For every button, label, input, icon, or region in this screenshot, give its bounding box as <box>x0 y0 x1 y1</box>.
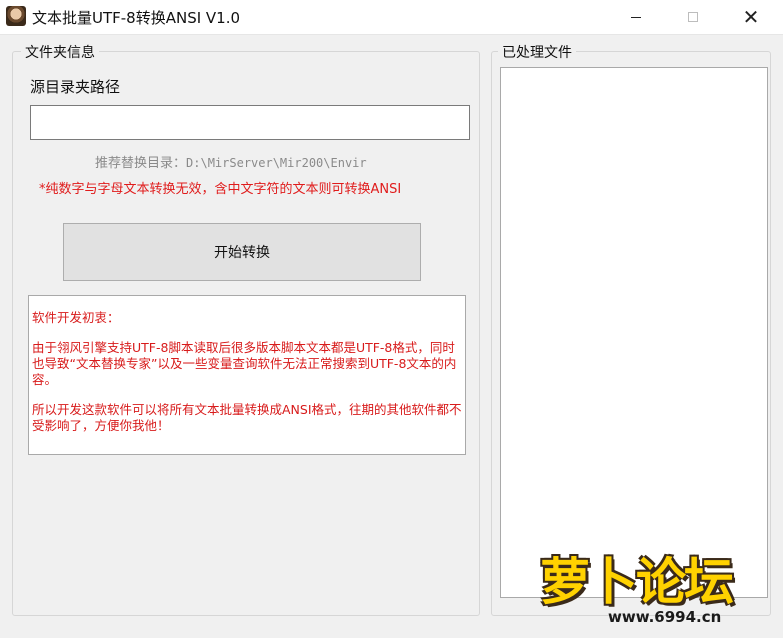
recommended-dir-hint: 推荐替换目录：D:\MirServer\Mir200\Envir <box>95 152 367 171</box>
folder-info-group-label: 文件夹信息 <box>21 42 99 62</box>
window-title: 文本批量UTF-8转换ANSI V1.0 <box>32 9 241 27</box>
recommended-dir-path: D:\MirServer\Mir200\Envir <box>186 156 367 170</box>
watermark-url: www.6994.cn <box>608 608 722 626</box>
watermark-title: 萝卜论坛 <box>540 553 734 611</box>
start-convert-button[interactable]: 开始转换 <box>63 223 421 281</box>
processed-files-group-label: 已处理文件 <box>498 42 576 62</box>
processed-files-list[interactable] <box>500 67 768 598</box>
minimize-button[interactable] <box>607 0 665 34</box>
conversion-warning: *纯数字与字母文本转换无效，含中文字符的文本则可转换ANSI <box>39 182 402 197</box>
maximize-button[interactable] <box>664 0 722 34</box>
source-dir-label: 源目录夹路径 <box>30 78 121 96</box>
close-button[interactable]: ✕ <box>722 0 780 34</box>
minimize-icon <box>631 16 641 18</box>
site-watermark-logo: 萝卜论坛 www.6994.cn <box>530 540 775 632</box>
recommended-dir-label: 推荐替换目录： <box>95 156 187 171</box>
maximize-icon <box>688 12 698 22</box>
notes-paragraph-2: 所以开发这款软件可以将所有文本批量转换成ANSI格式，往期的其他软件都不受影响了… <box>32 402 462 433</box>
source-dir-input[interactable] <box>30 105 470 140</box>
notes-heading: 软件开发初衷： <box>32 310 120 325</box>
notes-paragraph-1: 由于翎风引擎支持UTF-8脚本读取后很多版本脚本文本都是UTF-8格式，同时也导… <box>32 340 457 387</box>
close-icon: ✕ <box>742 5 760 29</box>
dev-notes-box: 软件开发初衷： 由于翎风引擎支持UTF-8脚本读取后很多版本脚本文本都是UTF-… <box>28 295 466 455</box>
title-bar: 文本批量UTF-8转换ANSI V1.0 ✕ <box>0 0 783 35</box>
app-icon <box>6 6 26 26</box>
